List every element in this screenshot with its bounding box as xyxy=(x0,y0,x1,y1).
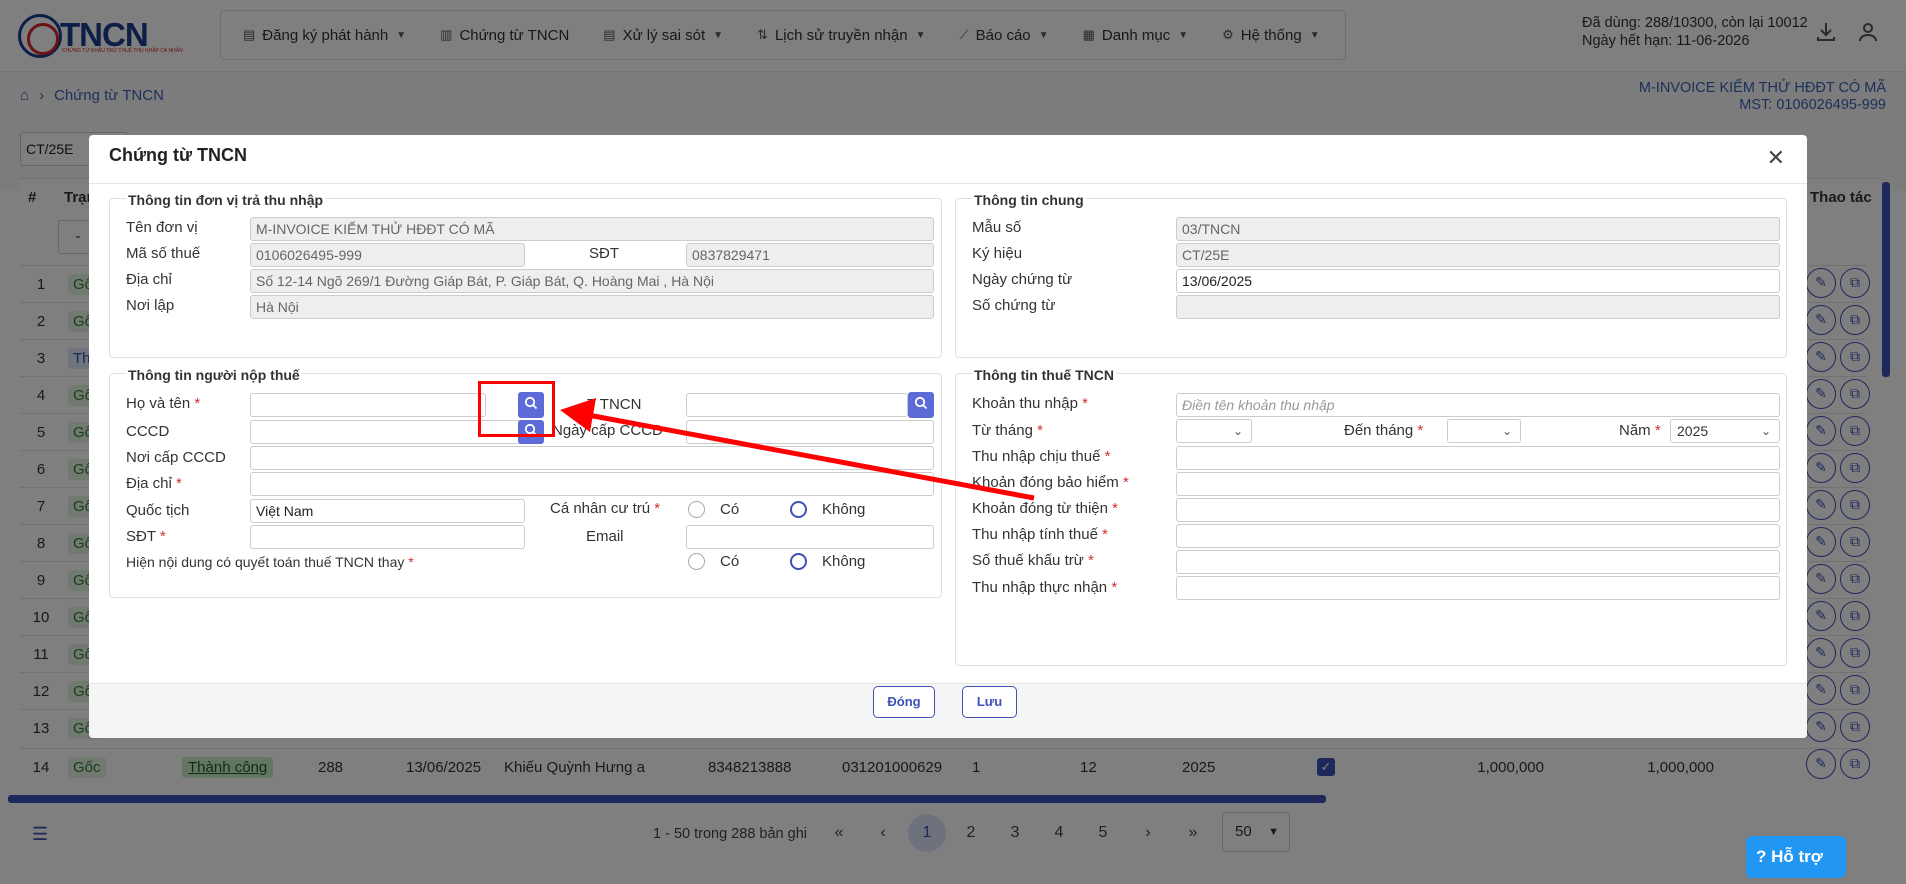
annotation-arrow xyxy=(560,398,1035,501)
